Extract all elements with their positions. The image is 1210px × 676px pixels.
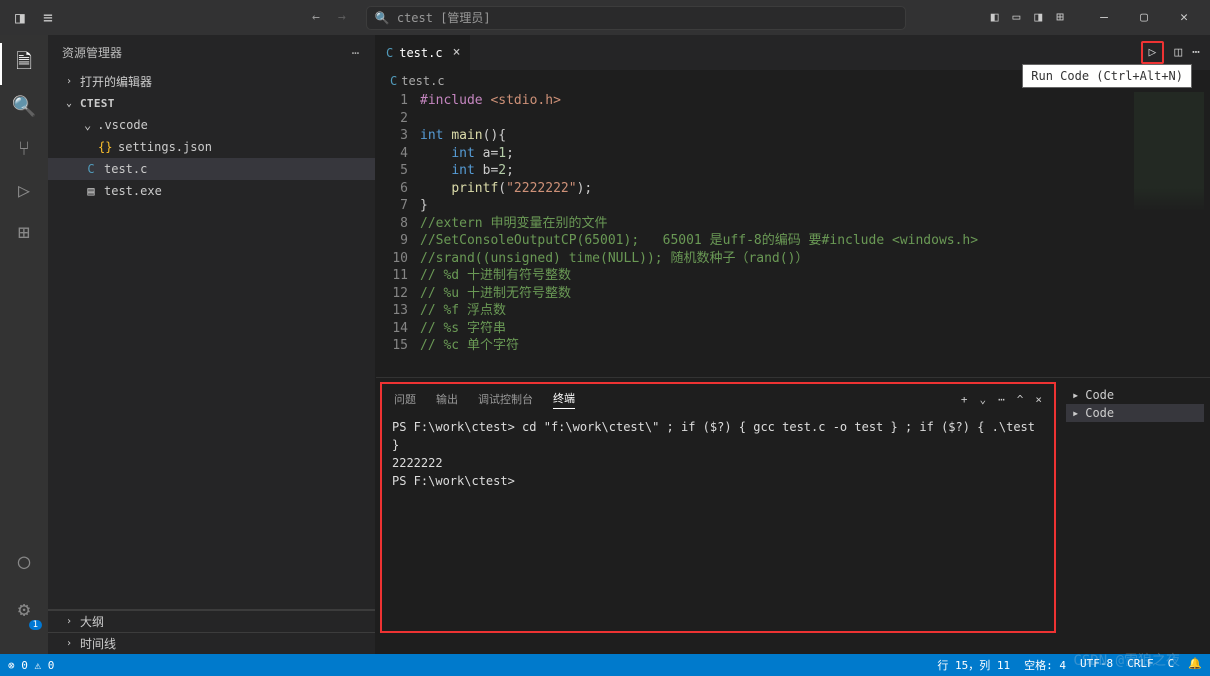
chevron-right-icon: › bbox=[66, 638, 76, 649]
tab-test-c[interactable]: C test.c × bbox=[376, 35, 471, 70]
nav-back-icon[interactable]: ← bbox=[312, 10, 320, 25]
close-tab-icon[interactable]: × bbox=[453, 45, 461, 60]
tab-more-icon[interactable]: ⋯ bbox=[1192, 45, 1200, 60]
run-code-tooltip: Run Code (Ctrl+Alt+N) bbox=[1022, 64, 1192, 88]
project-section[interactable]: ⌄ CTEST bbox=[48, 92, 375, 114]
c-file-icon: C bbox=[390, 74, 397, 88]
status-errors[interactable]: ⊗ 0 ⚠ 0 bbox=[8, 659, 54, 672]
vscode-logo-icon: ◨ bbox=[6, 8, 34, 27]
file-settings-json[interactable]: {} settings.json bbox=[48, 136, 375, 158]
hamburger-icon[interactable]: ≡ bbox=[34, 8, 62, 27]
split-editor-icon[interactable]: ◫ bbox=[1174, 45, 1182, 60]
code-editor[interactable]: #include <stdio.h>int main(){ int a=1; i… bbox=[420, 92, 978, 377]
run-code-button[interactable]: ▷ bbox=[1141, 41, 1165, 64]
account-icon[interactable]: ◯ bbox=[0, 540, 48, 582]
terminal-entry-1[interactable]: ▸ Code bbox=[1066, 386, 1204, 404]
chevron-down-icon: ⌄ bbox=[84, 118, 91, 132]
settings-gear-icon[interactable]: ⚙1 bbox=[0, 588, 48, 630]
status-notification-icon[interactable]: 🔔 bbox=[1188, 657, 1202, 673]
open-editors-section[interactable]: › 打开的编辑器 bbox=[48, 70, 375, 92]
chevron-down-icon: ⌄ bbox=[66, 98, 76, 109]
minimize-button[interactable]: — bbox=[1084, 10, 1124, 25]
panel-maximize-icon[interactable]: ^ bbox=[1017, 393, 1024, 406]
nav-forward-icon[interactable]: → bbox=[338, 10, 346, 25]
close-button[interactable]: ✕ bbox=[1164, 10, 1204, 25]
file-test-c[interactable]: C test.c bbox=[48, 158, 375, 180]
new-terminal-icon[interactable]: + bbox=[961, 393, 968, 406]
source-control-icon[interactable]: ⑂ bbox=[0, 127, 48, 169]
layout-custom-icon[interactable]: ⊞ bbox=[1056, 10, 1064, 25]
minimap[interactable] bbox=[1134, 92, 1204, 212]
exe-file-icon: ▤ bbox=[84, 184, 98, 198]
watermark: CSDN @雪狼之夜 bbox=[1073, 650, 1180, 670]
panel-tab-output[interactable]: 输出 bbox=[436, 391, 458, 407]
panel-tab-debug[interactable]: 调试控制台 bbox=[478, 391, 533, 407]
search-activity-icon[interactable]: 🔍 bbox=[0, 85, 48, 127]
timeline-section[interactable]: › 时间线 bbox=[48, 632, 375, 654]
file-test-exe[interactable]: ▤ test.exe bbox=[48, 180, 375, 202]
layout-bottom-icon[interactable]: ▭ bbox=[1013, 10, 1021, 25]
chevron-right-icon: › bbox=[66, 616, 76, 627]
panel-close-icon[interactable]: × bbox=[1035, 393, 1042, 406]
chevron-right-icon: › bbox=[66, 76, 76, 87]
terminal-dropdown-icon[interactable]: ⌄ bbox=[980, 393, 987, 406]
terminal-entry-2[interactable]: ▸ Code bbox=[1066, 404, 1204, 422]
sidebar-more-icon[interactable]: ⋯ bbox=[352, 46, 361, 60]
outline-section[interactable]: › 大纲 bbox=[48, 610, 375, 632]
json-file-icon: {} bbox=[98, 140, 112, 154]
layout-left-icon[interactable]: ◧ bbox=[991, 10, 999, 25]
explorer-icon[interactable]: 🗎 bbox=[0, 43, 48, 85]
line-gutter: 123456789101112131415 bbox=[376, 92, 420, 377]
sidebar-title: 资源管理器 bbox=[62, 44, 122, 61]
search-icon: 🔍 bbox=[375, 11, 390, 25]
c-file-icon: C bbox=[386, 46, 393, 60]
command-center[interactable]: 🔍 ctest [管理员] bbox=[366, 6, 906, 30]
panel-tab-problems[interactable]: 问题 bbox=[394, 391, 416, 407]
panel-tab-terminal[interactable]: 终端 bbox=[553, 390, 575, 409]
maximize-button[interactable]: ▢ bbox=[1124, 10, 1164, 25]
folder-vscode[interactable]: ⌄ .vscode bbox=[48, 114, 375, 136]
extensions-icon[interactable]: ⊞ bbox=[0, 211, 48, 253]
c-file-icon: C bbox=[84, 162, 98, 176]
search-text: ctest [管理员] bbox=[397, 9, 491, 26]
run-debug-icon[interactable]: ▷ bbox=[0, 169, 48, 211]
layout-right-icon[interactable]: ◨ bbox=[1034, 10, 1042, 25]
status-cursor-pos[interactable]: 行 15，列 11 bbox=[937, 657, 1010, 673]
panel-more-icon[interactable]: ⋯ bbox=[998, 393, 1005, 406]
terminal-output[interactable]: PS F:\work\ctest> cd "f:\work\ctest\" ; … bbox=[382, 414, 1054, 494]
terminal-list: ▸ Code ▸ Code bbox=[1060, 378, 1210, 637]
status-indent[interactable]: 空格: 4 bbox=[1024, 657, 1066, 673]
